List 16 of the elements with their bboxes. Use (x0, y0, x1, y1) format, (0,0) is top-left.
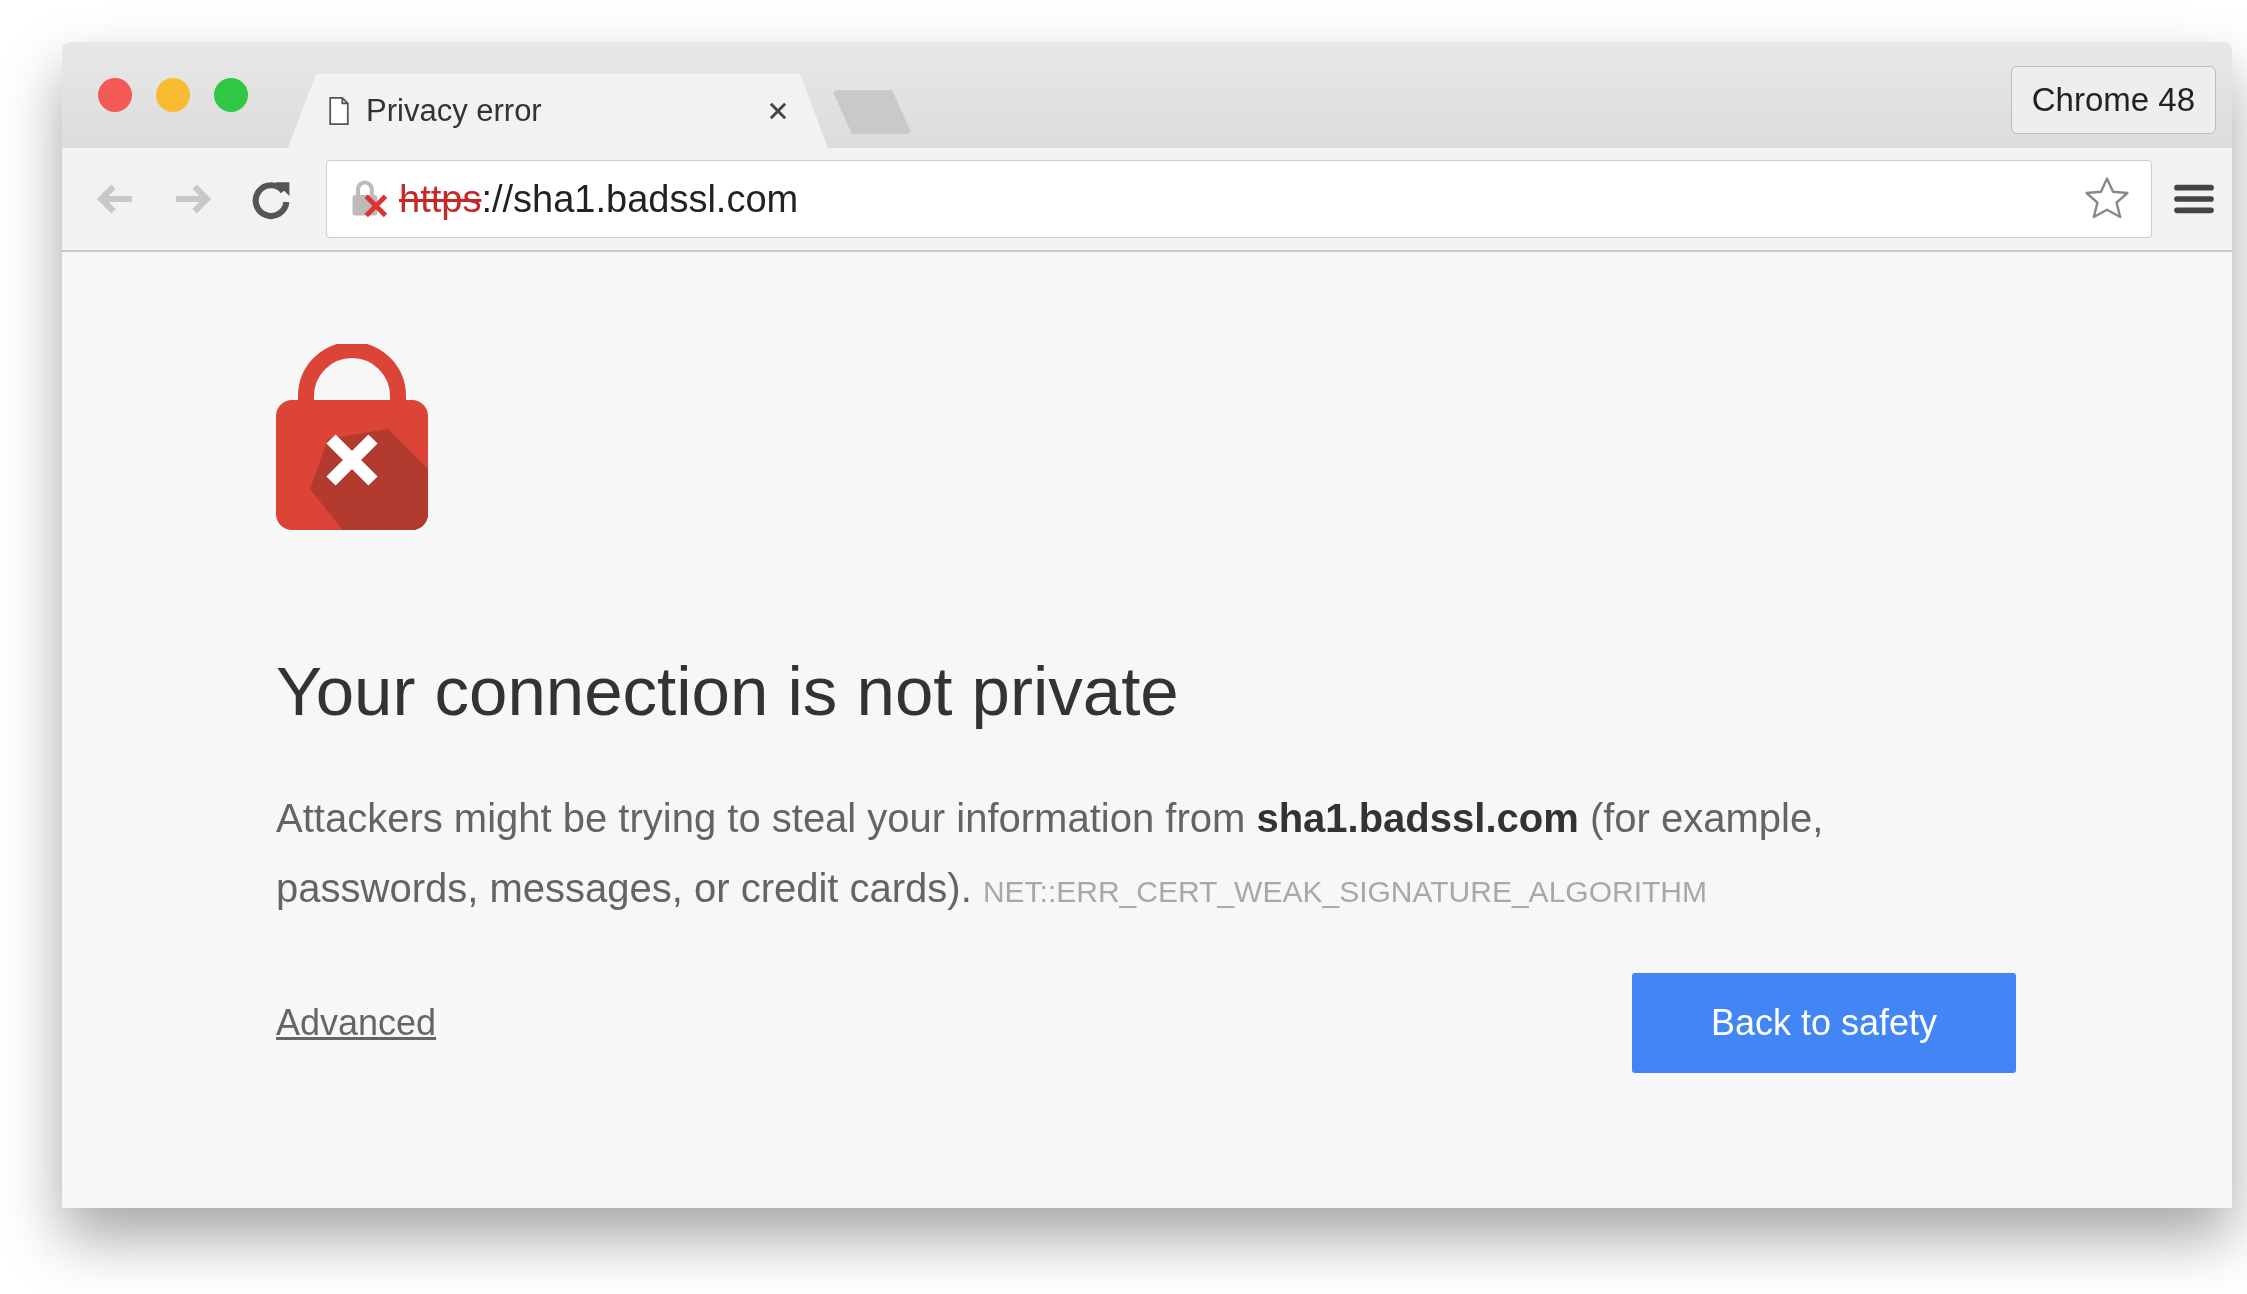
close-icon[interactable] (768, 101, 788, 121)
browser-tab[interactable]: Privacy error (288, 74, 828, 148)
error-heading: Your connection is not private (276, 652, 1180, 731)
profile-button[interactable]: Chrome 48 (2010, 66, 2216, 134)
url-scheme: https (399, 177, 482, 221)
menu-icon[interactable] (2174, 182, 2214, 216)
advanced-link[interactable]: Advanced (276, 1002, 437, 1044)
minimize-window-icon[interactable] (156, 78, 190, 112)
page-icon (328, 96, 350, 126)
close-window-icon[interactable] (98, 78, 132, 112)
error-lock-icon (276, 344, 428, 530)
back-to-safety-button[interactable]: Back to safety (1632, 973, 2016, 1073)
url-text: ://sha1.badssl.com (481, 177, 799, 221)
zoom-window-icon[interactable] (214, 78, 248, 112)
error-description: Attackers might be trying to steal your information from sha1.badssl.com (for example, passwords, messages, or credit cards). NET::ERR_CERT_WEAK_SIGNATURE_ALGORITHM (276, 795, 1825, 912)
address-bar[interactable]: https://sha1.badssl.com (326, 160, 2152, 238)
